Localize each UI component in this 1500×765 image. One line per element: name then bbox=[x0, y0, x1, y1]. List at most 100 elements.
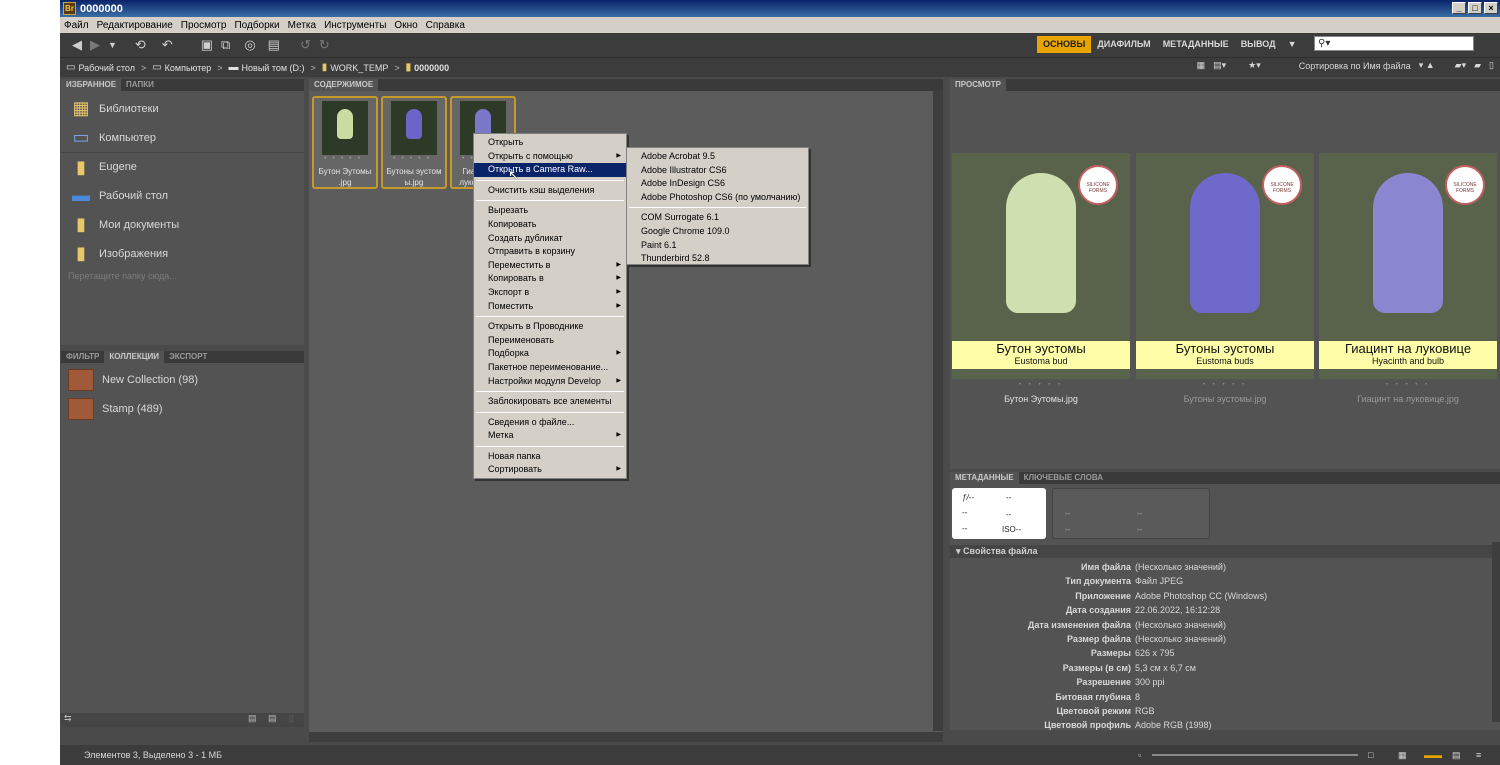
fav-item-documents[interactable]: ▮ Мои документы bbox=[61, 210, 304, 239]
open-with-app-item[interactable]: Adobe InDesign CS6 bbox=[627, 177, 808, 191]
sort-dropdown-arrow-icon[interactable]: ▾ ▲ bbox=[1419, 60, 1435, 71]
context-menu-item[interactable]: Сведения о файле... bbox=[474, 416, 626, 430]
workspace-dropdown-icon[interactable]: ▼ bbox=[1282, 36, 1303, 53]
output-icon[interactable]: ▤ bbox=[268, 37, 280, 53]
workspace-essentials[interactable]: ОСНОВЫ bbox=[1037, 36, 1092, 53]
search-input[interactable]: ⚲▾ bbox=[1314, 36, 1474, 51]
tab-folders[interactable]: ПАПКИ bbox=[121, 79, 159, 91]
new-folder-icon[interactable]: ▰ bbox=[1474, 60, 1481, 71]
menu-item[interactable]: Метка bbox=[284, 20, 320, 31]
tab-keywords[interactable]: КЛЮЧЕВЫЕ СЛОВА bbox=[1019, 472, 1108, 484]
context-menu-item[interactable]: Пакетное переименование... bbox=[474, 361, 626, 375]
open-with-app-item[interactable]: Adobe Illustrator CS6 bbox=[627, 164, 808, 178]
menu-item[interactable]: Просмотр bbox=[177, 20, 231, 31]
context-menu-item[interactable]: Заблокировать все элементы bbox=[474, 395, 626, 409]
context-menu-item[interactable]: Поместить bbox=[474, 300, 626, 314]
close-button[interactable]: × bbox=[1484, 2, 1498, 14]
preview-image[interactable]: SILICONE FORMS Гиацинт на луковице Hyacin… bbox=[1319, 153, 1497, 379]
fav-item-computer[interactable]: ▭ Компьютер bbox=[61, 123, 304, 152]
menu-item[interactable]: Подборки bbox=[230, 20, 283, 31]
tab-favorites[interactable]: ИЗБРАННОЕ bbox=[61, 79, 122, 91]
content-hscrollbar[interactable] bbox=[309, 732, 943, 742]
rating-dots[interactable]: • • • • • bbox=[393, 155, 431, 162]
open-with-app-item[interactable]: Adobe Acrobat 9.5 bbox=[627, 150, 808, 164]
thumbnail-size-slider[interactable] bbox=[1152, 754, 1358, 756]
preview-image[interactable]: SILICONE FORMS Бутон эустомы Eustoma bud bbox=[952, 153, 1130, 379]
list-view-icon[interactable]: ▤▾ bbox=[1213, 60, 1226, 71]
context-menu-item[interactable]: Новая папка bbox=[474, 450, 626, 464]
new-collection-icon[interactable]: ▤ bbox=[268, 713, 277, 724]
view-list-icon[interactable]: ≡ bbox=[1476, 750, 1481, 760]
sort-dropdown[interactable]: Сортировка по Имя файла bbox=[1299, 61, 1411, 71]
context-menu-item[interactable]: Сортировать bbox=[474, 463, 626, 477]
recent-dropdown-icon[interactable]: ▼ bbox=[108, 40, 117, 50]
view-thumbnails-icon[interactable]: ▬▬ bbox=[1424, 750, 1442, 760]
open-with-app-item[interactable]: Thunderbird 52.8 bbox=[627, 252, 808, 266]
open-in-camera-raw-icon[interactable]: ◎ bbox=[244, 37, 255, 53]
workspace-output[interactable]: ВЫВОД bbox=[1235, 36, 1282, 53]
preview-image[interactable]: SILICONE FORMS Бутоны эустомы Eustoma bud… bbox=[1136, 153, 1314, 379]
refine-icon[interactable]: ⧉ bbox=[221, 37, 230, 53]
trash-icon[interactable]: ▯ bbox=[289, 713, 294, 724]
context-menu-item[interactable]: Копировать bbox=[474, 218, 626, 232]
fav-item-eugene[interactable]: ▮ Eugene bbox=[61, 152, 304, 181]
workspace-filmstrip[interactable]: ДИАФИЛЬМ bbox=[1091, 36, 1156, 53]
context-menu-item[interactable]: Вырезать bbox=[474, 204, 626, 218]
star-filter-icon[interactable]: ★▾ bbox=[1248, 60, 1261, 71]
rating-dots[interactable]: • • • • • bbox=[1319, 382, 1497, 388]
maximize-button[interactable]: □ bbox=[1468, 2, 1482, 14]
context-menu-item[interactable]: Открыть bbox=[474, 136, 626, 150]
breadcrumb-drive[interactable]: ▬ Новый том (D:) > bbox=[229, 62, 316, 73]
return-to-photoshop-icon[interactable]: ↶ bbox=[162, 37, 173, 53]
tab-filter[interactable]: ФИЛЬТР bbox=[61, 351, 104, 363]
forward-arrow-icon[interactable]: ▶ bbox=[90, 37, 100, 53]
context-menu-item[interactable]: Очистить кэш выделения bbox=[474, 184, 626, 198]
context-menu-item[interactable]: Настройки модуля Develop bbox=[474, 375, 626, 389]
back-arrow-icon[interactable]: ◀ bbox=[72, 37, 82, 53]
tab-metadata[interactable]: МЕТАДАННЫЕ bbox=[950, 472, 1019, 484]
thumbnail-item[interactable]: • • • • • Бутон Эутомы .jpg bbox=[312, 96, 378, 189]
fav-item-desktop[interactable]: ▬ Рабочий стол bbox=[61, 181, 304, 210]
open-with-app-item[interactable]: Google Chrome 109.0 bbox=[627, 225, 808, 239]
breadcrumb-current[interactable]: ▮ 0000000 bbox=[406, 62, 450, 73]
menu-item[interactable]: Окно bbox=[390, 20, 421, 31]
delete-icon[interactable]: ▯ bbox=[1489, 60, 1494, 71]
open-with-app-item[interactable]: Adobe Photoshop CS6 (по умолчанию) bbox=[627, 191, 808, 205]
thumbnail-view-icon[interactable]: ▦ bbox=[1197, 60, 1206, 71]
context-menu-item[interactable]: Метка bbox=[474, 429, 626, 443]
rating-dots[interactable]: • • • • • bbox=[1136, 382, 1314, 388]
rating-dots[interactable]: • • • • • bbox=[324, 155, 362, 162]
menu-item[interactable]: Файл bbox=[60, 20, 93, 31]
minimize-button[interactable]: _ bbox=[1452, 2, 1466, 14]
breadcrumb-work-temp[interactable]: ▮ WORK_TEMP > bbox=[322, 62, 400, 73]
metadata-scrollbar[interactable] bbox=[1492, 542, 1500, 722]
breadcrumb-desktop[interactable]: ▭ Рабочий стол > bbox=[66, 62, 146, 73]
grid-lock-icon[interactable]: ▦ bbox=[1398, 750, 1407, 761]
tab-export[interactable]: ЭКСПОРТ bbox=[164, 351, 212, 363]
open-with-app-item[interactable]: COM Surrogate 6.1 bbox=[627, 211, 808, 225]
open-with-app-item[interactable]: Paint 6.1 bbox=[627, 239, 808, 253]
context-menu-item[interactable]: Переместить в bbox=[474, 259, 626, 273]
context-menu-item[interactable]: Создать дубликат bbox=[474, 232, 626, 246]
fav-item-pictures[interactable]: ▮ Изображения bbox=[61, 239, 304, 268]
rotate-left-icon[interactable]: ↺ bbox=[300, 37, 311, 53]
context-menu-item[interactable]: Экспорт в bbox=[474, 286, 626, 300]
file-properties-header[interactable]: ▾ Свойства файла bbox=[950, 545, 1500, 558]
tab-content[interactable]: СОДЕРЖИМОЕ bbox=[309, 79, 379, 91]
zoom-out-icon[interactable]: ▫ bbox=[1138, 750, 1141, 760]
camera-icon[interactable]: ▣ bbox=[201, 37, 213, 53]
context-menu-item[interactable]: Копировать в bbox=[474, 272, 626, 286]
context-menu-item[interactable]: Открыть в Camera Raw... bbox=[474, 163, 626, 177]
view-details-icon[interactable]: ▤ bbox=[1452, 750, 1461, 761]
collection-item[interactable]: Stamp (489) bbox=[61, 394, 304, 423]
rating-dots[interactable]: • • • • • bbox=[952, 382, 1130, 388]
zoom-in-icon[interactable]: □ bbox=[1368, 750, 1373, 760]
context-menu-item[interactable]: Открыть в Проводнике bbox=[474, 320, 626, 334]
context-menu-item[interactable]: Отправить в корзину bbox=[474, 245, 626, 259]
reveal-recent-icon[interactable]: ⟲ bbox=[135, 37, 146, 53]
context-menu-item[interactable]: Открыть с помощью bbox=[474, 150, 626, 164]
collection-item[interactable]: New Collection (98) bbox=[61, 365, 304, 394]
new-smart-collection-icon[interactable]: ▤ bbox=[248, 713, 257, 724]
menu-item[interactable]: Редактирование bbox=[93, 20, 177, 31]
collapse-panel-icon[interactable]: ⇆ bbox=[64, 713, 72, 723]
